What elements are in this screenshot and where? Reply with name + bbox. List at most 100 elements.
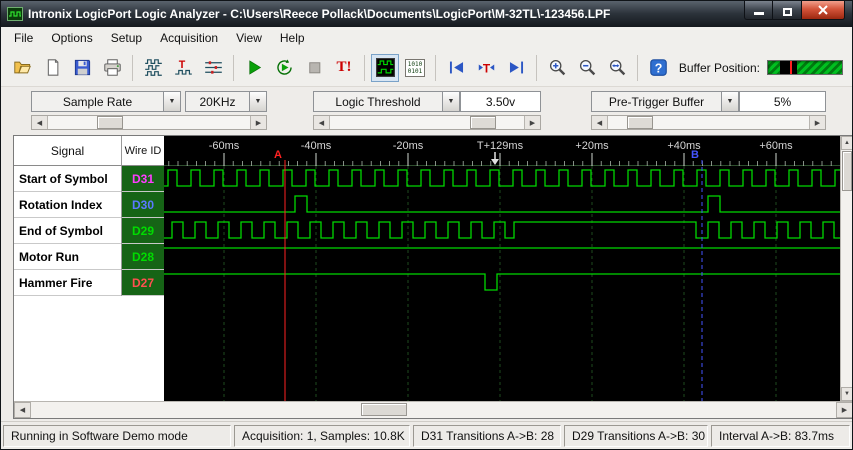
state-list-view-button[interactable]: 1010 0101 [401,54,429,82]
signal-label[interactable]: Hammer Fire [14,270,121,296]
help-icon: ? [649,59,667,76]
signal-label[interactable]: Start of Symbol [14,166,121,192]
pre-trigger-dropdown[interactable]: Pre-Trigger Buffer ▼ [591,91,739,112]
ruler-label: T+129ms [477,140,524,152]
close-icon [818,5,828,15]
wire-id-label[interactable]: D28 [122,244,164,270]
wire-id-label[interactable]: D31 [122,166,164,192]
wire-id-label[interactable]: D30 [122,192,164,218]
wire-id-label[interactable]: D27 [122,270,164,296]
measurements-button[interactable] [199,54,227,82]
run-repeat-icon [276,59,292,75]
minimize-button[interactable] [744,1,773,20]
scroll-left-arrow[interactable]: ◀ [14,402,31,418]
menu-acquisition[interactable]: Acquisition [151,27,227,49]
vertical-scrollbar[interactable]: ▲ ▼ [840,136,852,401]
waveform-panel: Signal Wire ID Start of Symbol Rotation I… [14,136,852,418]
buffer-used-segment [779,61,797,74]
menu-options[interactable]: Options [42,27,101,49]
menu-help[interactable]: Help [271,27,314,49]
zoom-fit-button[interactable] [603,54,631,82]
toolbar-separator [132,54,133,81]
scroll-up-arrow[interactable]: ▲ [841,136,852,150]
chevron-down-icon[interactable]: ▼ [249,92,266,111]
wire-id-column: D31 D30 D29 D28 D27 [122,166,164,296]
chevron-down-icon[interactable]: ▼ [442,92,459,111]
slider-right-arrow[interactable]: ▶ [809,116,825,129]
maximize-button[interactable] [773,1,801,20]
slider-left-arrow[interactable]: ◀ [314,116,330,129]
app-icon [7,7,23,21]
chevron-down-icon[interactable]: ▼ [163,92,180,111]
scroll-track[interactable] [31,402,836,418]
goto-start-button[interactable] [442,54,470,82]
run-button[interactable] [240,54,268,82]
signals-setup-button[interactable] [139,54,167,82]
slider-thumb[interactable] [97,116,123,129]
horizontal-scrollbar[interactable]: ◀ ▶ [14,401,852,418]
scroll-track[interactable] [841,150,852,387]
logic-threshold-value-field[interactable]: 3.50v [460,91,541,112]
sample-rate-value-dropdown[interactable]: 20KHz ▼ [185,91,267,112]
print-button[interactable] [98,54,126,82]
signal-label[interactable]: End of Symbol [14,218,121,244]
trigger-setup-button[interactable]: T [169,54,197,82]
pre-trigger-value-field[interactable]: 5% [739,91,826,112]
status-demo-mode: Running in Software Demo mode [3,425,231,447]
slider-right-arrow[interactable]: ▶ [524,116,540,129]
scroll-down-arrow[interactable]: ▼ [841,387,852,401]
waveform-view-icon [375,58,395,77]
waveform-view-button[interactable] [371,53,399,82]
svg-text:T: T [482,61,490,75]
slider-track[interactable] [330,116,524,129]
slider-thumb[interactable] [627,116,653,129]
goto-end-button[interactable] [502,54,530,82]
help-button[interactable]: ? [644,54,672,82]
slider-thumb[interactable] [470,116,496,129]
state-list-icon: 1010 0101 [404,58,426,77]
menu-view[interactable]: View [227,27,271,49]
toolbar-separator [637,54,638,81]
slider-right-arrow[interactable]: ▶ [250,116,266,129]
save-button[interactable] [68,54,96,82]
pre-trigger-slider[interactable]: ◀ ▶ [591,115,826,130]
slider-track[interactable] [608,116,809,129]
open-button[interactable] [8,54,36,82]
signal-label[interactable]: Motor Run [14,244,121,270]
scroll-right-arrow[interactable]: ▶ [836,402,852,418]
sample-rate-slider[interactable]: ◀ ▶ [31,115,267,130]
close-button[interactable] [801,1,845,20]
zoom-out-button[interactable] [573,54,601,82]
waveform-trace [164,169,840,187]
scroll-thumb[interactable] [842,151,852,191]
slider-left-arrow[interactable]: ◀ [32,116,48,129]
waveform-canvas[interactable]: -60ms -40ms -20ms T+129ms +20ms +40ms +60msA B [164,136,840,401]
menu-setup[interactable]: Setup [102,27,151,49]
logic-threshold-dropdown[interactable]: Logic Threshold ▼ [313,91,460,112]
ruler-label: -60ms [209,140,240,152]
slider-track[interactable] [48,116,250,129]
ruler-label: -40ms [301,140,332,152]
zoom-in-button[interactable] [543,54,571,82]
wire-id-label[interactable]: D29 [122,218,164,244]
logic-threshold-label: Logic Threshold [335,94,421,109]
trigger-options-button[interactable]: T! [330,54,358,82]
run-repeat-button[interactable] [270,54,298,82]
slider-left-arrow[interactable]: ◀ [592,116,608,129]
menu-file[interactable]: File [5,27,42,49]
window-title: Intronix LogicPort Logic Analyzer - C:\U… [28,7,611,21]
signal-label[interactable]: Rotation Index [14,192,121,218]
waveform-display[interactable]: -60ms -40ms -20ms T+129ms +20ms +40ms +60ms A B [164,136,840,401]
scroll-thumb[interactable] [361,403,407,416]
new-button[interactable] [38,54,66,82]
goto-start-icon [449,61,463,74]
status-d31-transitions: D31 Transitions A->B: 28 [413,425,561,447]
stop-button[interactable] [300,54,328,82]
zoom-in-icon [549,59,565,76]
logic-threshold-slider[interactable]: ◀ ▶ [313,115,541,130]
sample-rate-dropdown[interactable]: Sample Rate ▼ [31,91,181,112]
printer-icon [103,59,121,76]
zoom-fit-icon [609,59,625,76]
chevron-down-icon[interactable]: ▼ [721,92,738,111]
goto-trigger-button[interactable]: T [472,54,500,82]
